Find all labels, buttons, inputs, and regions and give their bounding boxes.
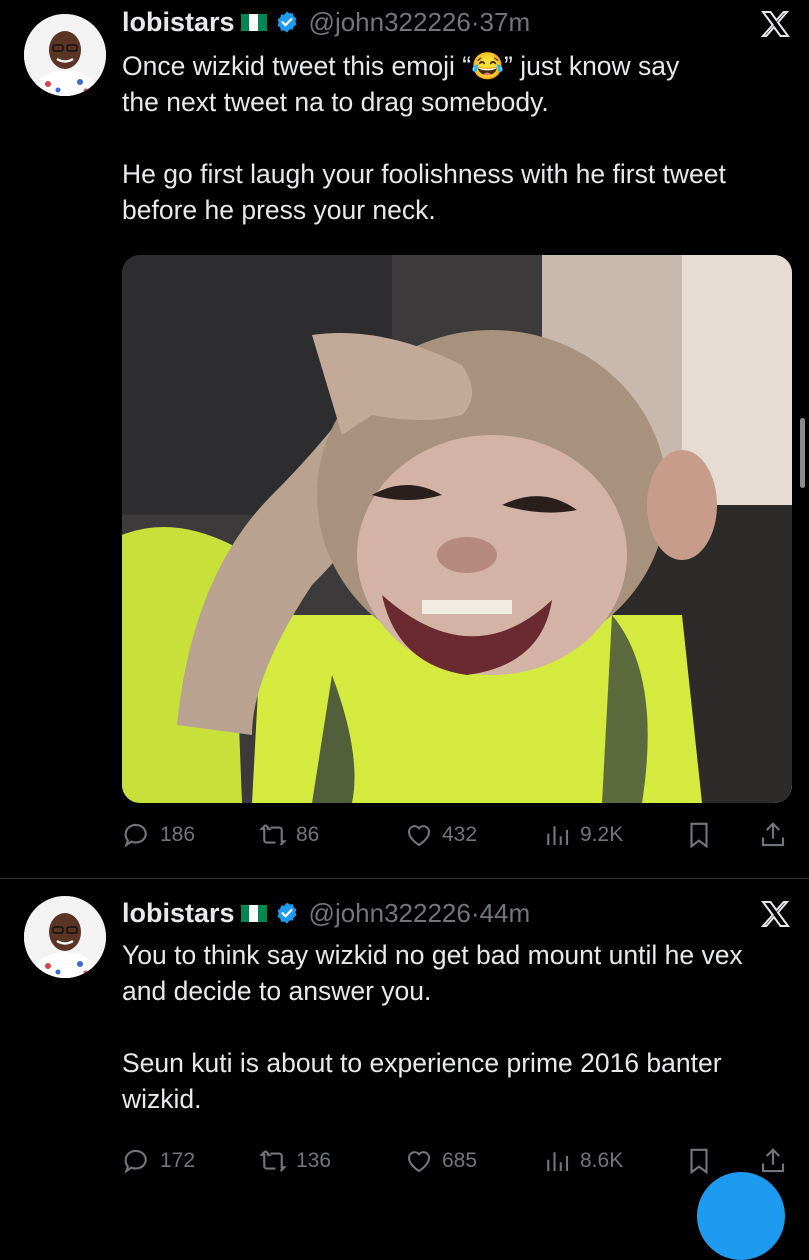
tweet-header: lobistars @john322226 · 44m <box>122 893 789 933</box>
nigeria-flag-icon <box>240 13 267 31</box>
bookmark-icon <box>690 1148 708 1175</box>
tweet-divider <box>0 878 809 879</box>
reply-button[interactable]: 172 <box>122 1141 195 1181</box>
separator-dot: · <box>470 6 480 37</box>
avatar[interactable] <box>24 14 106 96</box>
share-icon <box>761 1148 785 1173</box>
separator-dot: · <box>470 897 480 928</box>
scrollbar[interactable] <box>800 418 805 488</box>
tweet-text-line-1: Once wizkid tweet this emoji “😂” just kn… <box>122 48 785 84</box>
reply-icon <box>124 823 147 848</box>
tweet-header: lobistars @john322226 · 37m <box>122 2 789 42</box>
views-button[interactable]: 9.2K <box>542 815 623 855</box>
text-fragment: Once wizkid tweet this emoji “ <box>122 51 472 81</box>
like-icon <box>407 825 431 847</box>
tweet-text-paragraph-2: He go first laugh your foolishness with … <box>122 159 726 225</box>
x-logo-icon <box>760 11 790 37</box>
bookmark-icon <box>690 822 708 849</box>
laughing-emoji: 😂 <box>471 51 505 81</box>
verified-badge-icon[interactable] <box>275 901 299 925</box>
repost-count: 136 <box>296 1149 332 1172</box>
views-icon <box>547 826 569 845</box>
like-button[interactable]: 685 <box>404 1141 477 1181</box>
nigeria-flag-icon <box>240 904 267 922</box>
repost-button[interactable]: 86 <box>258 815 319 855</box>
share-button[interactable] <box>758 1141 796 1181</box>
avatar[interactable] <box>24 896 106 978</box>
bookmark-button[interactable] <box>684 815 722 855</box>
repost-button[interactable]: 136 <box>258 1141 331 1181</box>
repost-icon <box>259 824 287 846</box>
repost-count: 86 <box>296 823 320 846</box>
verified-badge-icon[interactable] <box>275 10 299 34</box>
reply-button[interactable]: 186 <box>122 815 195 855</box>
tweet-actions: 172 136 685 8.6K <box>122 1141 789 1181</box>
tweet-text: You to think say wizkid no get bad mount… <box>122 937 785 1117</box>
tweet-text-paragraph-2: Seun kuti is about to experience prime 2… <box>122 1048 722 1114</box>
repost-icon <box>259 1150 287 1172</box>
bookmark-button[interactable] <box>684 1141 722 1181</box>
reply-count: 186 <box>160 823 196 846</box>
tweet-time[interactable]: 37m <box>480 7 531 38</box>
reply-count: 172 <box>160 1149 196 1172</box>
author-handle[interactable]: @john322226 <box>309 7 471 38</box>
text-fragment: ” just know say <box>504 51 680 81</box>
share-button[interactable] <box>758 815 796 855</box>
x-logo-icon <box>760 901 790 927</box>
like-count: 432 <box>442 823 478 846</box>
like-icon <box>407 1151 431 1173</box>
like-count: 685 <box>442 1149 478 1172</box>
tweet-text-paragraph-1: You to think say wizkid no get bad mount… <box>122 940 743 1006</box>
author-name[interactable]: lobistars <box>122 7 235 38</box>
tweet-actions: 186 86 432 9.2K <box>122 815 789 855</box>
views-button[interactable]: 8.6K <box>542 1141 623 1181</box>
tweet-text-line-2: the next tweet na to drag somebody. <box>122 87 549 117</box>
compose-button[interactable] <box>697 1172 785 1260</box>
tweet-media-image[interactable] <box>122 255 792 803</box>
like-button[interactable]: 432 <box>404 815 477 855</box>
view-count: 9.2K <box>580 823 624 846</box>
reply-icon <box>124 1149 147 1174</box>
tweet-time[interactable]: 44m <box>480 898 531 929</box>
author-handle[interactable]: @john322226 <box>309 898 471 929</box>
share-icon <box>761 822 785 847</box>
views-icon <box>547 1152 569 1171</box>
view-count: 8.6K <box>580 1149 624 1172</box>
author-name[interactable]: lobistars <box>122 898 235 929</box>
tweet-text: Once wizkid tweet this emoji “😂” just kn… <box>122 48 785 228</box>
